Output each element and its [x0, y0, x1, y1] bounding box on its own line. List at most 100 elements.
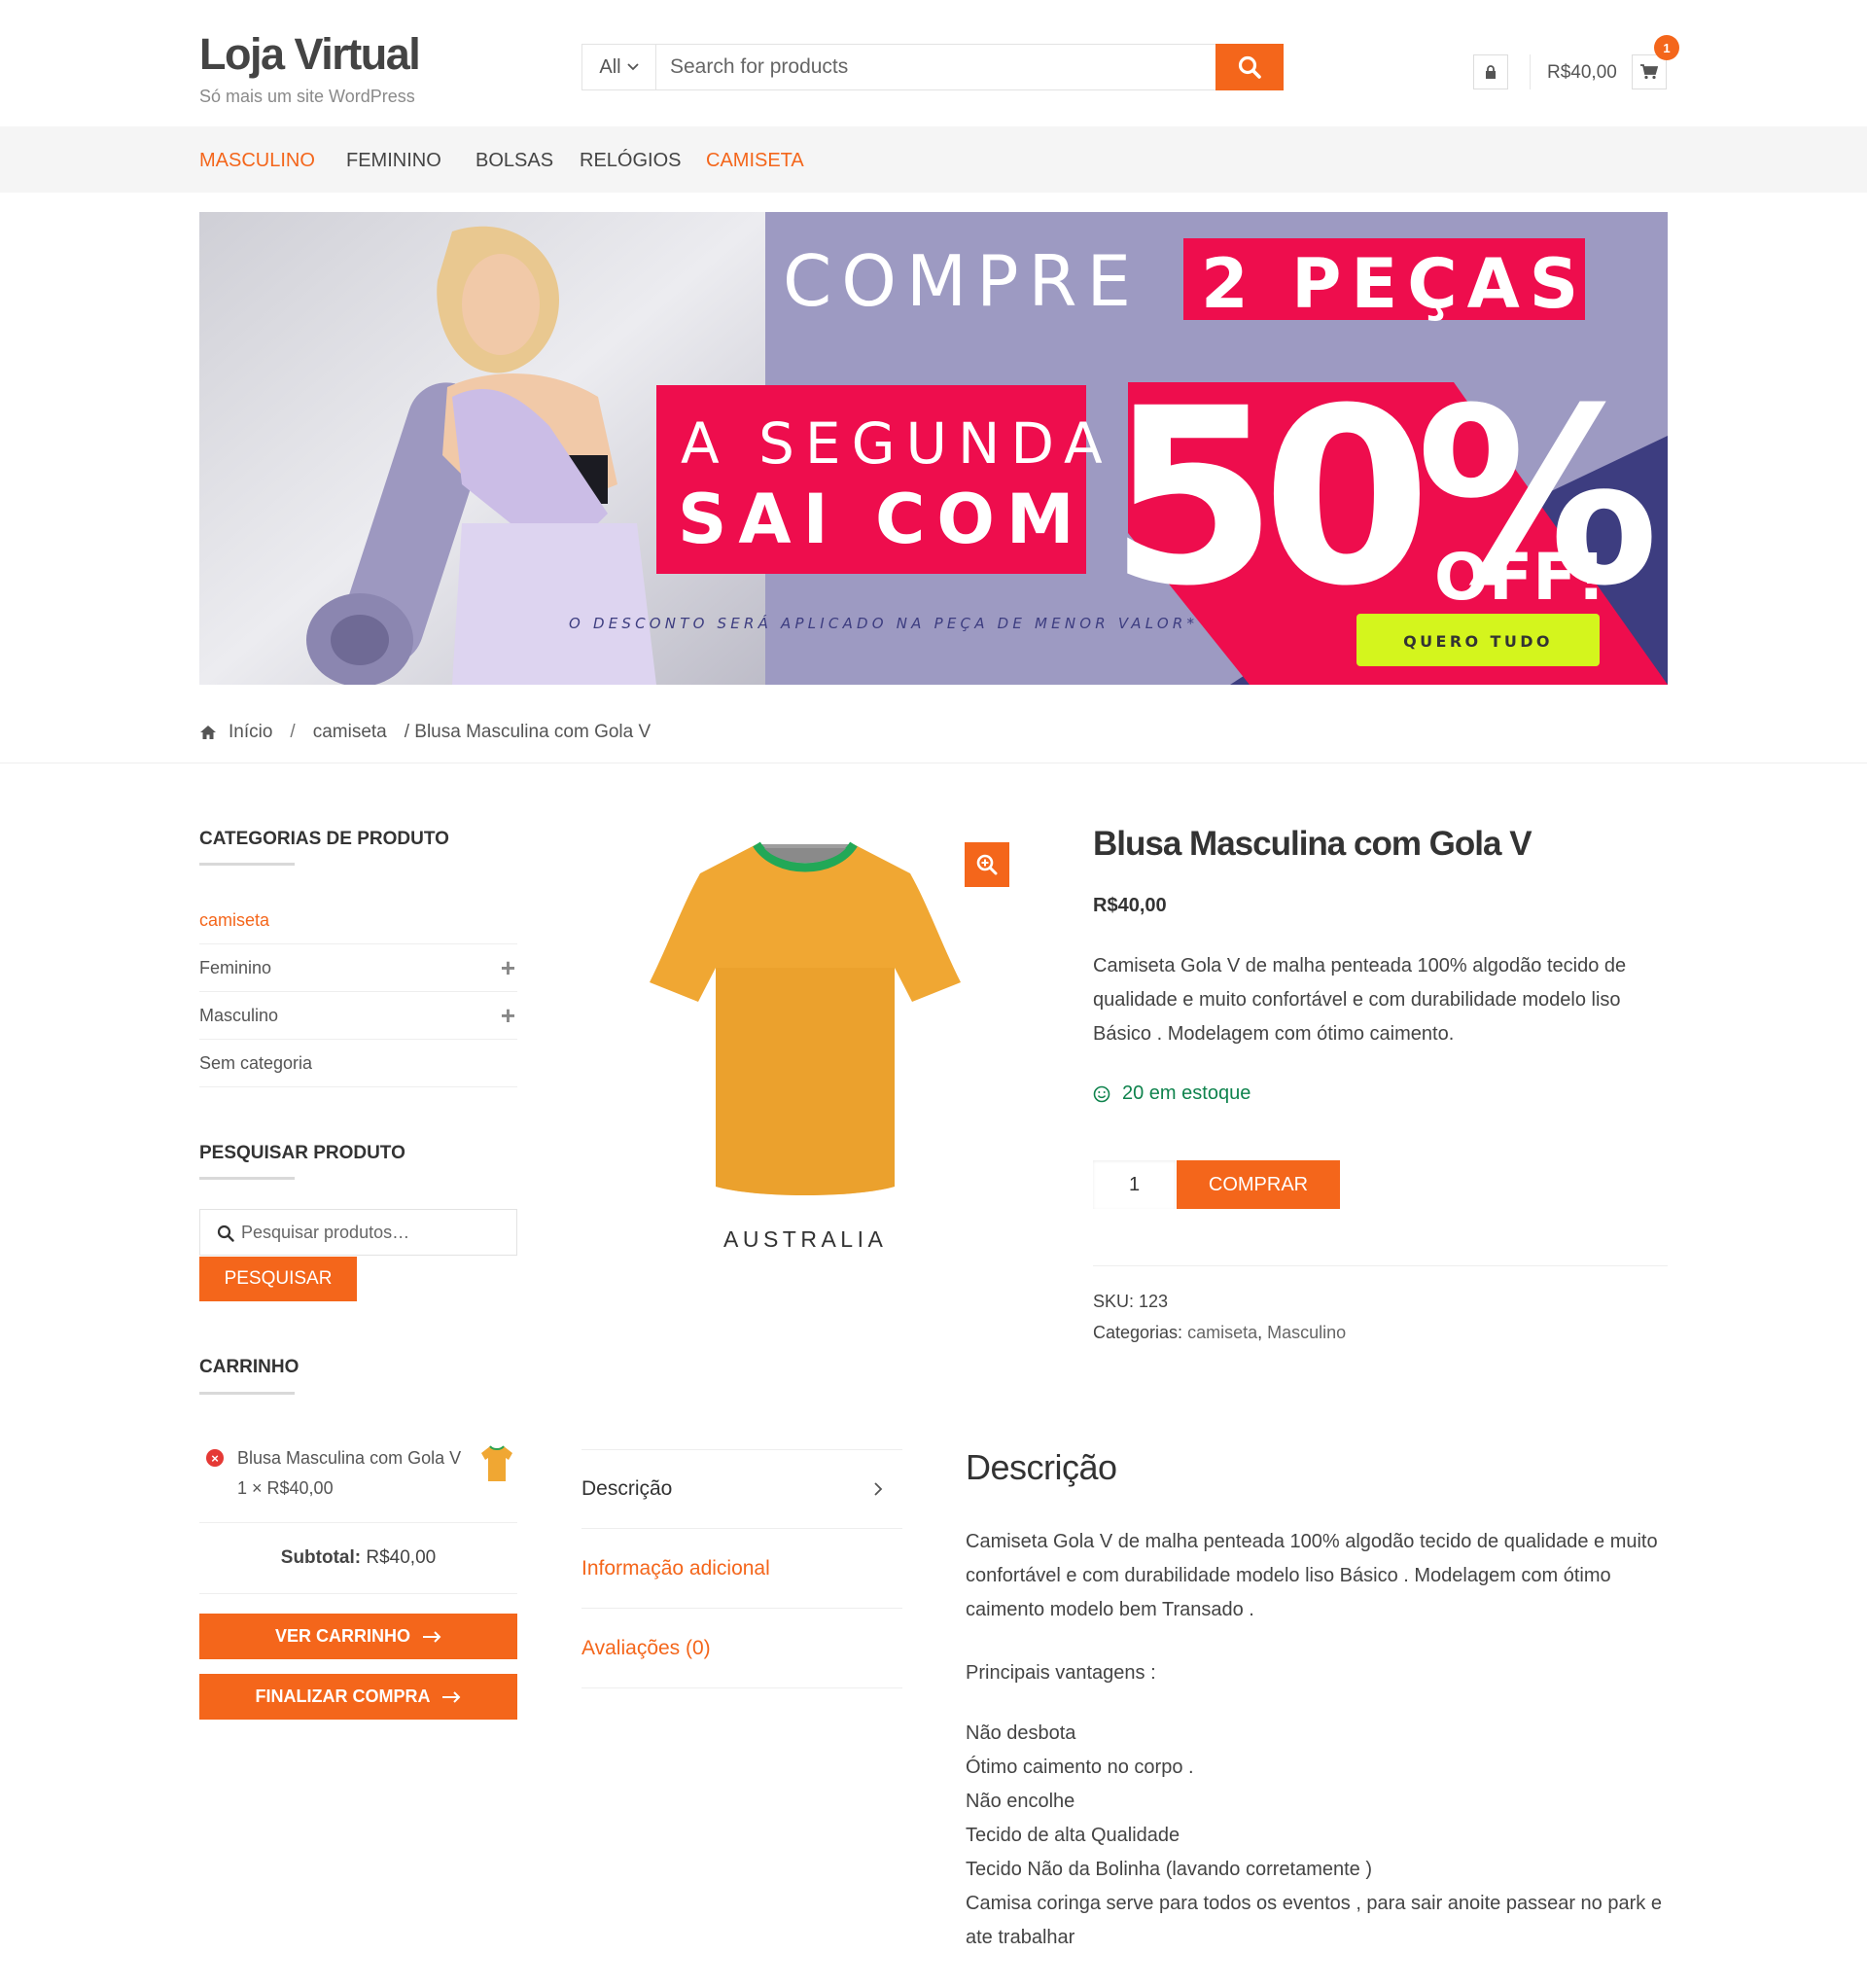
- product-title: Blusa Masculina com Gola V: [1093, 825, 1532, 863]
- zoom-button[interactable]: [965, 842, 1009, 887]
- expand-plus-icon[interactable]: +: [501, 1001, 515, 1031]
- buy-button[interactable]: COMPRAR: [1177, 1160, 1340, 1209]
- advantage-item: Tecido de alta Qualidade: [966, 1825, 1180, 1846]
- product-meta-divider: [1093, 1265, 1668, 1266]
- sidebar-search-input[interactable]: [241, 1210, 513, 1255]
- banner-text-compre: COMPRE: [783, 240, 1141, 322]
- chevron-right-icon: [874, 1482, 883, 1496]
- cart-widget-title: CARRINHO: [199, 1357, 299, 1377]
- tab-informacao-adicional[interactable]: Informação adicional: [581, 1529, 902, 1609]
- breadcrumb: Início / camiseta / Blusa Masculina com …: [199, 722, 651, 743]
- product-sku: SKU: 123: [1093, 1292, 1168, 1312]
- site-tagline: Só mais um site WordPress: [199, 87, 415, 106]
- categories-widget-title: CATEGORIAS DE PRODUTO: [199, 829, 449, 849]
- banner-text-note: O DESCONTO SERÁ APLICADO NA PEÇA DE MENO…: [569, 614, 1198, 632]
- sidebar-search-button[interactable]: PESQUISAR: [199, 1257, 357, 1301]
- nav-item-feminino[interactable]: FEMININO: [346, 150, 441, 172]
- expand-plus-icon[interactable]: +: [501, 953, 515, 983]
- product-price: R$40,00: [1093, 895, 1167, 916]
- subtotal-label: Subtotal:: [280, 1547, 362, 1568]
- search-icon: [217, 1225, 234, 1242]
- mini-cart-divider: [199, 1593, 517, 1594]
- stock-status: 20 em estoque: [1093, 1083, 1251, 1105]
- smile-icon: [1093, 1085, 1110, 1102]
- checkout-button[interactable]: FINALIZAR COMPRA: [199, 1674, 517, 1720]
- tab-label: Avaliações (0): [581, 1636, 711, 1659]
- search-button[interactable]: [1215, 44, 1284, 90]
- category-item-feminino[interactable]: Feminino +: [199, 944, 517, 992]
- mini-cart-item-name[interactable]: Blusa Masculina com Gola V: [237, 1448, 461, 1469]
- product-category-link[interactable]: camiseta: [1187, 1323, 1257, 1342]
- widget-title-underline: [199, 1392, 295, 1395]
- promo-banner-art: COMPRE 2 PEÇAS A SEGUNDA SAI COM 50% OFF…: [199, 212, 1668, 685]
- advantage-item: Camisa coringa serve para todos os event…: [966, 1893, 1662, 1948]
- product-category-link[interactable]: Masculino: [1267, 1323, 1346, 1342]
- categories-label: Categorias:: [1093, 1323, 1183, 1342]
- nav-item-bolsas[interactable]: BOLSAS: [476, 150, 553, 172]
- category-label: Sem categoria: [199, 1052, 313, 1073]
- search-input[interactable]: [656, 45, 1216, 89]
- cart-count-badge: 1: [1654, 35, 1679, 60]
- widget-title-underline: [199, 863, 295, 866]
- advantage-item: Tecido Não da Bolinha (lavando corretame…: [966, 1859, 1373, 1880]
- search-category-select[interactable]: All: [582, 45, 656, 89]
- category-label: Masculino: [199, 1005, 279, 1025]
- category-label: Feminino: [199, 957, 272, 977]
- sidebar-search-field: [199, 1209, 517, 1256]
- product-image-caption: AUSTRALIA: [723, 1226, 888, 1252]
- header-cart-button[interactable]: [1632, 54, 1667, 89]
- quantity-input[interactable]: [1093, 1160, 1176, 1209]
- breadcrumb-home[interactable]: Início: [229, 722, 272, 743]
- search-category-label: All: [599, 55, 621, 78]
- tab-avaliacoes[interactable]: Avaliações (0): [581, 1609, 902, 1688]
- product-search-bar: All: [581, 44, 1284, 90]
- sku-value: 123: [1139, 1292, 1169, 1311]
- tab-label: Informação adicional: [581, 1556, 770, 1580]
- primary-navigation: MASCULINO FEMININO BOLSAS RELÓGIOS CAMIS…: [0, 126, 1867, 193]
- arrow-right-icon: [423, 1630, 441, 1643]
- banner-text-off: OFF!: [1434, 540, 1605, 615]
- sku-label: SKU:: [1093, 1292, 1135, 1311]
- tab-label: Descrição: [581, 1477, 673, 1500]
- banner-text-sai-com: SAI COM: [678, 479, 1086, 559]
- view-cart-button[interactable]: VER CARRINHO: [199, 1614, 517, 1659]
- arrow-right-icon: [442, 1690, 461, 1703]
- category-item-sem-categoria[interactable]: Sem categoria: [199, 1040, 517, 1087]
- breadcrumb-category[interactable]: camiseta: [313, 722, 387, 743]
- subtotal-value: R$40,00: [366, 1547, 437, 1568]
- category-item-camiseta[interactable]: camiseta: [199, 897, 517, 944]
- product-image[interactable]: [640, 836, 970, 1206]
- home-icon: [200, 726, 216, 739]
- banner-text-2-pecas: 2 PEÇAS: [1201, 244, 1588, 324]
- nav-item-relogios[interactable]: RELÓGIOS: [580, 150, 681, 172]
- nav-item-masculino[interactable]: MASCULINO: [199, 150, 315, 172]
- chevron-down-icon: [626, 63, 639, 71]
- mini-cart-item-quantity: 1 × R$40,00: [237, 1478, 334, 1498]
- header-cart-total[interactable]: R$40,00: [1547, 62, 1617, 84]
- view-cart-label: VER CARRINHO: [274, 1626, 410, 1646]
- mini-cart-item-thumbnail: [481, 1445, 512, 1481]
- breadcrumb-current: / Blusa Masculina com Gola V: [404, 722, 652, 742]
- site-header: Loja Virtual Só mais um site WordPress A…: [0, 0, 1867, 126]
- header-divider: [1530, 54, 1531, 89]
- product-short-description: Camiseta Gola V de malha penteada 100% a…: [1093, 955, 1627, 1045]
- tab-descricao[interactable]: Descrição: [581, 1449, 902, 1529]
- shopping-cart-icon: [1640, 64, 1658, 80]
- promo-banner[interactable]: COMPRE 2 PEÇAS A SEGUNDA SAI COM 50% OFF…: [199, 212, 1668, 685]
- banner-cta-label: QUERO TUDO: [1403, 632, 1553, 651]
- search-widget-title: PESQUISAR PRODUTO: [199, 1143, 405, 1163]
- category-label: camiseta: [199, 909, 270, 930]
- account-button[interactable]: [1473, 54, 1508, 89]
- nav-item-camiseta[interactable]: CAMISETA: [706, 150, 804, 172]
- description-paragraph: Camiseta Gola V de malha penteada 100% a…: [966, 1531, 1658, 1620]
- product-categories: Categorias: camiseta, Masculino: [1093, 1323, 1347, 1342]
- widget-title-underline: [199, 1177, 295, 1180]
- search-icon: [1238, 55, 1261, 79]
- remove-item-icon[interactable]: ×: [206, 1449, 224, 1467]
- mini-cart-subtotal: Subtotal: R$40,00: [199, 1547, 517, 1569]
- mini-cart-divider: [199, 1522, 517, 1523]
- category-item-masculino[interactable]: Masculino +: [199, 992, 517, 1040]
- site-title[interactable]: Loja Virtual: [199, 29, 421, 80]
- lock-icon: [1486, 65, 1496, 79]
- zoom-in-icon: [976, 854, 998, 875]
